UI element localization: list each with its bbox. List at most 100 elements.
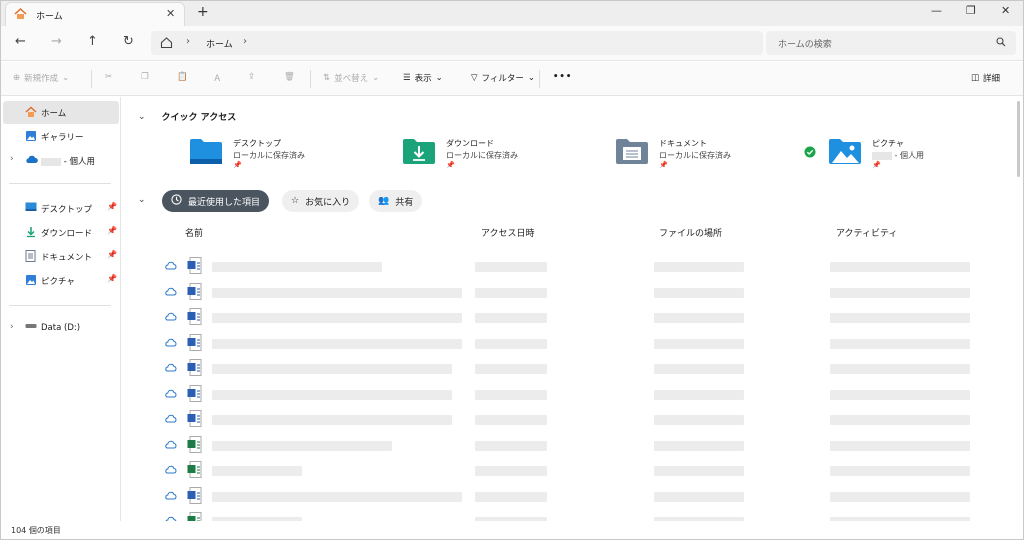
sidebar-item-home[interactable]: ホーム [3, 101, 119, 124]
close-window-icon[interactable]: ✕ [1001, 4, 1010, 17]
table-row[interactable] [162, 255, 1012, 279]
back-icon[interactable]: ← [15, 34, 26, 49]
pin-icon[interactable]: 📌 [107, 274, 117, 283]
account-label: - 個人用 [63, 157, 95, 167]
share-icon[interactable]: ⇪ [248, 72, 255, 82]
quick-access-documents[interactable]: ドキュメント ローカルに保存済み 📌 [615, 137, 815, 177]
title-bar: ホーム ✕ + — ❐ ✕ [1, 1, 1023, 26]
paste-icon[interactable]: 📋 [177, 72, 188, 82]
table-row[interactable] [162, 485, 1012, 509]
qa-sub: ローカルに保存済み [446, 151, 518, 160]
column-header-location[interactable]: ファイルの場所 [659, 226, 722, 239]
filter-button[interactable]: ▽ フィルター ⌄ [471, 72, 535, 84]
redacted-location [654, 491, 744, 502]
minimize-icon[interactable]: — [931, 4, 942, 17]
up-icon[interactable]: ↑ [87, 34, 98, 49]
cloud-status-icon [164, 465, 177, 477]
redacted-activity [830, 389, 970, 400]
address-bar[interactable]: › ホーム › [151, 31, 763, 55]
sidebar-item-pictures[interactable]: ピクチャ 📌 [3, 269, 119, 292]
people-icon: 👥 [378, 196, 390, 206]
chevron-down-icon[interactable]: ⌄ [138, 112, 146, 122]
shared-filter-button[interactable]: 👥 共有 [369, 190, 423, 212]
delete-icon[interactable]: 🗑 [284, 72, 295, 82]
recent-section-header[interactable]: ⌄ [138, 195, 146, 205]
close-tab-icon[interactable]: ✕ [166, 7, 175, 20]
table-row[interactable] [162, 408, 1012, 432]
tab-home[interactable]: ホーム ✕ [5, 2, 185, 26]
chevron-down-icon[interactable]: ⌄ [138, 195, 146, 205]
table-row[interactable] [162, 434, 1012, 458]
quick-access-header[interactable]: ⌄ クイック アクセス [138, 110, 236, 124]
table-row[interactable] [162, 357, 1012, 381]
table-row[interactable] [162, 459, 1012, 483]
redacted-activity [830, 262, 970, 272]
excel-file-icon [187, 435, 202, 456]
clock-icon [171, 194, 182, 208]
sidebar-item-documents[interactable]: ドキュメント 📌 [3, 245, 119, 268]
details-button[interactable]: ◫ 詳細 [971, 72, 1000, 84]
pin-icon[interactable]: 📌 [107, 202, 117, 211]
scrollbar[interactable] [1017, 101, 1020, 177]
word-file-icon [187, 384, 202, 405]
rename-icon[interactable]: Ａ [213, 72, 222, 84]
sidebar-item-downloads[interactable]: ダウンロード 📌 [3, 221, 119, 244]
sidebar-item-label: Data (D:) [41, 323, 81, 333]
redacted-name [872, 151, 892, 160]
quick-access-pictures[interactable]: ピクチャ - 個人用 📌 [804, 137, 1017, 177]
chevron-right-icon[interactable]: › [243, 36, 247, 47]
chevron-down-icon: ⌄ [435, 73, 443, 83]
qa-sub: ローカルに保存済み [659, 151, 731, 160]
chevron-right-icon[interactable]: › [186, 36, 190, 47]
redacted-access-time [475, 338, 547, 349]
cut-icon[interactable]: ✂ [105, 72, 112, 82]
table-row[interactable] [162, 306, 1012, 330]
sidebar-item-gallery[interactable]: ギャラリー [3, 125, 119, 148]
new-tab-icon[interactable]: + [197, 4, 209, 20]
redacted-activity [830, 440, 970, 451]
quick-access-desktop[interactable]: デスクトップ ローカルに保存済み 📌 [189, 137, 389, 177]
cloud-status-icon [164, 287, 177, 299]
pin-icon: 📌 [872, 161, 881, 169]
search-icon[interactable] [996, 37, 1006, 50]
sidebar-item-label: ホーム [41, 109, 67, 119]
redacted-file-name [212, 389, 452, 400]
redacted-file-name [212, 440, 392, 451]
tab-label: ホーム [36, 12, 63, 22]
chevron-right-icon[interactable]: › [10, 322, 14, 332]
redacted-location [654, 313, 744, 323]
table-row[interactable] [162, 332, 1012, 356]
search-box[interactable]: ホームの検索 [766, 31, 1016, 55]
column-header-access[interactable]: アクセス日時 [481, 226, 535, 239]
item-count: 104 個の項目 [11, 526, 61, 535]
table-row[interactable] [162, 383, 1012, 407]
table-row[interactable] [162, 281, 1012, 305]
chevron-down-icon: ⌄ [62, 73, 70, 83]
forward-icon[interactable]: → [51, 34, 62, 49]
redacted-activity [830, 287, 970, 298]
refresh-icon[interactable]: ↻ [123, 34, 134, 49]
new-button[interactable]: ⊕ 新規作成 ⌄ [13, 72, 69, 84]
restore-icon[interactable]: ❐ [966, 4, 976, 17]
pin-icon[interactable]: 📌 [107, 226, 117, 235]
view-button[interactable]: ☰ 表示 ⌄ [403, 72, 443, 84]
redacted-file-name [212, 262, 382, 272]
pin-icon[interactable]: 📌 [107, 250, 117, 259]
redacted-activity [830, 313, 970, 323]
divider [310, 70, 311, 88]
column-header-activity[interactable]: アクティビティ [836, 226, 897, 239]
more-options-icon[interactable]: ••• [553, 72, 572, 82]
breadcrumb-home[interactable]: ホーム [206, 37, 233, 50]
sort-button[interactable]: ⇅ 並べ替え ⌄ [323, 72, 379, 84]
chevron-right-icon[interactable]: › [10, 154, 14, 164]
recent-filter-button[interactable]: 最近使用した項目 [162, 190, 270, 212]
redacted-access-time [475, 491, 547, 502]
copy-icon[interactable]: ❐ [141, 72, 149, 82]
table-row[interactable] [162, 510, 1012, 521]
sidebar-item-desktop[interactable]: デスクトップ 📌 [3, 197, 119, 220]
quick-access-downloads[interactable]: ダウンロード ローカルに保存済み 📌 [402, 137, 602, 177]
column-header-name[interactable]: 名前 [185, 226, 203, 239]
favorites-filter-button[interactable]: ☆ お気に入り [282, 190, 360, 212]
sidebar-item-onedrive[interactable]: › - 個人用 [3, 149, 119, 172]
sidebar-item-drive-d[interactable]: › Data (D:) [3, 317, 119, 340]
